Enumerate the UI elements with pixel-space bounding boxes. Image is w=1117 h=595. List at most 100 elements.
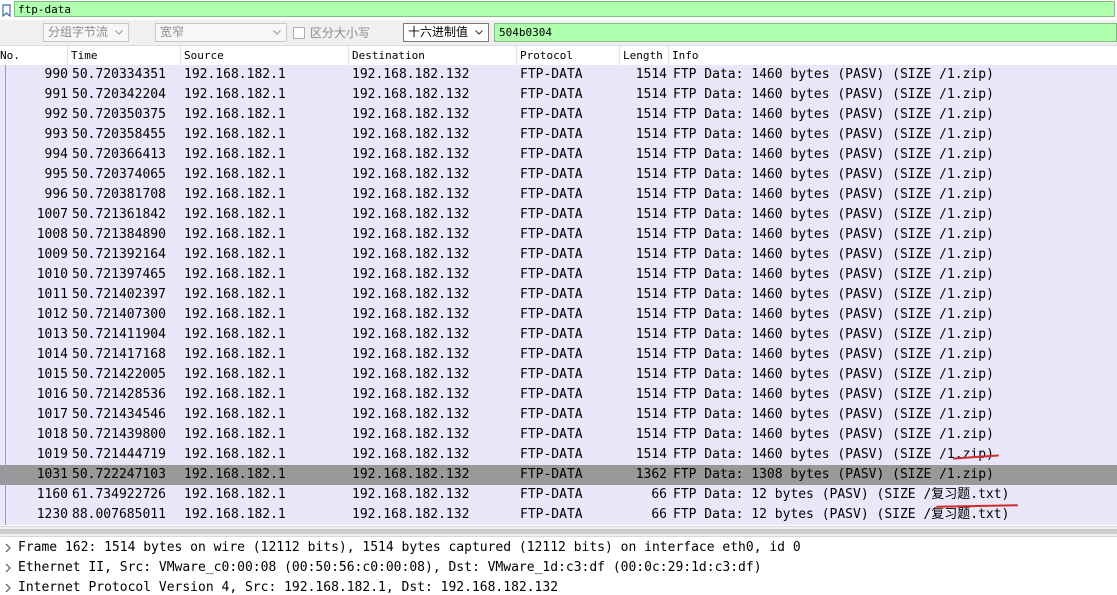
packet-cell-time: 50.721417168: [72, 347, 166, 362]
packet-cell-info: FTP Data: 12 bytes (PASV) (SIZE /复习题.txt…: [673, 507, 1010, 522]
packet-row[interactable]: 1008 50.721384890 192.168.182.1 192.168.182…: [0, 225, 1117, 245]
packet-row[interactable]: 1031 50.722247103 192.168.182.1 192.168.182…: [0, 465, 1117, 485]
column-header-protocol[interactable]: Protocol: [517, 46, 620, 65]
packet-row[interactable]: 996 50.720381708 192.168.182.1 192.168.182.…: [0, 185, 1117, 205]
column-header-destination[interactable]: Destination: [349, 46, 517, 65]
packet-cell-no: 1008: [36, 227, 68, 242]
packet-cell-time: 50.720334351: [72, 67, 166, 82]
packet-cell-info: FTP Data: 1460 bytes (PASV) (SIZE /1.zip…: [673, 167, 994, 182]
packet-cell-time: 50.721384890: [72, 227, 166, 242]
packet-cell-src: 192.168.182.1: [184, 387, 286, 402]
display-filter-input[interactable]: ftp-data: [14, 1, 1115, 17]
packet-cell-no: 1014: [36, 347, 68, 362]
packet-row[interactable]: 1017 50.721434546 192.168.182.1 192.168.182…: [0, 405, 1117, 425]
packet-cell-src: 192.168.182.1: [184, 67, 286, 82]
packet-row[interactable]: 1012 50.721407300 192.168.182.1 192.168.182…: [0, 305, 1117, 325]
packet-cell-proto: FTP-DATA: [520, 167, 583, 182]
packet-row[interactable]: 1010 50.721397465 192.168.182.1 192.168.182…: [0, 265, 1117, 285]
detail-tree-item[interactable]: Ethernet II, Src: VMware_c0:00:08 (00:50…: [0, 558, 1117, 578]
column-header-source[interactable]: Source: [181, 46, 349, 65]
packet-row[interactable]: 993 50.720358455 192.168.182.1 192.168.182.…: [0, 125, 1117, 145]
packet-row[interactable]: 994 50.720366413 192.168.182.1 192.168.182.…: [0, 145, 1117, 165]
packet-row[interactable]: 1011 50.721402397 192.168.182.1 192.168.182…: [0, 285, 1117, 305]
packet-list-horizontal-scrollbar[interactable]: [0, 526, 1117, 537]
packet-cell-time: 50.721397465: [72, 267, 166, 282]
packet-part-value: 分组字节流: [48, 25, 109, 39]
packet-cell-time: 50.720350375: [72, 107, 166, 122]
column-header-time[interactable]: Time: [68, 46, 181, 65]
packet-cell-src: 192.168.182.1: [184, 87, 286, 102]
packet-cell-src: 192.168.182.1: [184, 227, 286, 242]
search-value-input[interactable]: 504b0304: [494, 23, 1117, 42]
conversation-tree-line: [5, 65, 6, 525]
bookmark-icon[interactable]: [0, 2, 12, 18]
packet-cell-dst: 192.168.182.132: [352, 387, 470, 402]
detail-tree-label: Frame 162: 1514 bytes on wire (12112 bit…: [18, 540, 801, 555]
find-packet-toolbar: 分组字节流 宽窄 区分大小写 十六进制值 504b0304: [0, 20, 1117, 46]
packet-row[interactable]: 1015 50.721422005 192.168.182.1 192.168.182…: [0, 365, 1117, 385]
chevron-down-icon: [473, 24, 485, 41]
chevron-down-icon: [271, 24, 283, 41]
packet-row[interactable]: 991 50.720342204 192.168.182.1 192.168.182.…: [0, 85, 1117, 105]
chevron-right-icon[interactable]: [2, 582, 14, 594]
packet-cell-len: 1514: [635, 87, 667, 102]
detail-tree-item[interactable]: Internet Protocol Version 4, Src: 192.16…: [0, 578, 1117, 595]
packet-cell-no: 993: [44, 127, 68, 142]
chevron-right-icon[interactable]: [2, 562, 14, 574]
packet-cell-len: 1514: [635, 187, 667, 202]
packet-cell-info: FTP Data: 1460 bytes (PASV) (SIZE /1.zip…: [673, 67, 994, 82]
packet-row[interactable]: 1016 50.721428536 192.168.182.1 192.168.182…: [0, 385, 1117, 405]
packet-part-select[interactable]: 分组字节流: [43, 23, 129, 42]
packet-cell-dst: 192.168.182.132: [352, 287, 470, 302]
packet-cell-src: 192.168.182.1: [184, 207, 286, 222]
detail-tree-item[interactable]: Frame 162: 1514 bytes on wire (12112 bit…: [0, 538, 1117, 558]
packet-cell-time: 50.721434546: [72, 407, 166, 422]
packet-row[interactable]: 1160 61.734922726 192.168.182.1 192.168.182…: [0, 485, 1117, 505]
packet-cell-info: FTP Data: 1460 bytes (PASV) (SIZE /1.zip…: [673, 447, 994, 462]
packet-cell-info: FTP Data: 12 bytes (PASV) (SIZE /复习题.txt…: [673, 487, 1010, 502]
packet-cell-proto: FTP-DATA: [520, 447, 583, 462]
column-header-info[interactable]: Info: [669, 46, 1117, 65]
search-type-select[interactable]: 十六进制值: [403, 23, 489, 42]
width-mode-select[interactable]: 宽窄: [155, 23, 287, 42]
packet-row[interactable]: 990 50.720334351 192.168.182.1 192.168.182.…: [0, 65, 1117, 85]
packet-row[interactable]: 1019 50.721444719 192.168.182.1 192.168.182…: [0, 445, 1117, 465]
packet-cell-src: 192.168.182.1: [184, 187, 286, 202]
case-sensitive-option[interactable]: 区分大小写: [293, 24, 370, 41]
packet-cell-info: FTP Data: 1460 bytes (PASV) (SIZE /1.zip…: [673, 207, 994, 222]
packet-cell-info: FTP Data: 1460 bytes (PASV) (SIZE /1.zip…: [673, 387, 994, 402]
packet-cell-time: 50.721439800: [72, 427, 166, 442]
packet-row[interactable]: 1013 50.721411904 192.168.182.1 192.168.182…: [0, 325, 1117, 345]
packet-row[interactable]: 1230 88.007685011 192.168.182.1 192.168.182…: [0, 505, 1117, 525]
packet-cell-time: 50.721428536: [72, 387, 166, 402]
packet-cell-dst: 192.168.182.132: [352, 347, 470, 362]
packet-cell-proto: FTP-DATA: [520, 207, 583, 222]
packet-cell-info: FTP Data: 1460 bytes (PASV) (SIZE /1.zip…: [673, 147, 994, 162]
packet-cell-info: FTP Data: 1460 bytes (PASV) (SIZE /1.zip…: [673, 107, 994, 122]
packet-cell-proto: FTP-DATA: [520, 67, 583, 82]
packet-cell-time: 50.721407300: [72, 307, 166, 322]
packet-cell-dst: 192.168.182.132: [352, 327, 470, 342]
packet-cell-proto: FTP-DATA: [520, 487, 583, 502]
packet-row[interactable]: 1007 50.721361842 192.168.182.1 192.168.182…: [0, 205, 1117, 225]
packet-cell-no: 994: [44, 147, 68, 162]
packet-cell-no: 1160: [36, 487, 68, 502]
packet-cell-no: 1015: [36, 367, 68, 382]
case-sensitive-checkbox[interactable]: [293, 26, 305, 39]
packet-row[interactable]: 1009 50.721392164 192.168.182.1 192.168.182…: [0, 245, 1117, 265]
scrollbar-thumb[interactable]: [0, 529, 1117, 534]
packet-details-pane: Frame 162: 1514 bytes on wire (12112 bit…: [0, 537, 1117, 595]
packet-row[interactable]: 1014 50.721417168 192.168.182.1 192.168.182…: [0, 345, 1117, 365]
packet-row[interactable]: 1018 50.721439800 192.168.182.1 192.168.182…: [0, 425, 1117, 445]
packet-row[interactable]: 995 50.720374065 192.168.182.1 192.168.182.…: [0, 165, 1117, 185]
packet-cell-len: 66: [651, 507, 667, 522]
chevron-right-icon[interactable]: [2, 542, 14, 554]
packet-cell-no: 1018: [36, 427, 68, 442]
packet-row[interactable]: 992 50.720350375 192.168.182.1 192.168.182.…: [0, 105, 1117, 125]
packet-cell-len: 1514: [635, 147, 667, 162]
packet-cell-dst: 192.168.182.132: [352, 147, 470, 162]
column-header-length[interactable]: Length: [620, 46, 669, 65]
packet-cell-proto: FTP-DATA: [520, 267, 583, 282]
packet-cell-len: 1514: [635, 327, 667, 342]
column-header-no[interactable]: No.: [0, 46, 68, 65]
